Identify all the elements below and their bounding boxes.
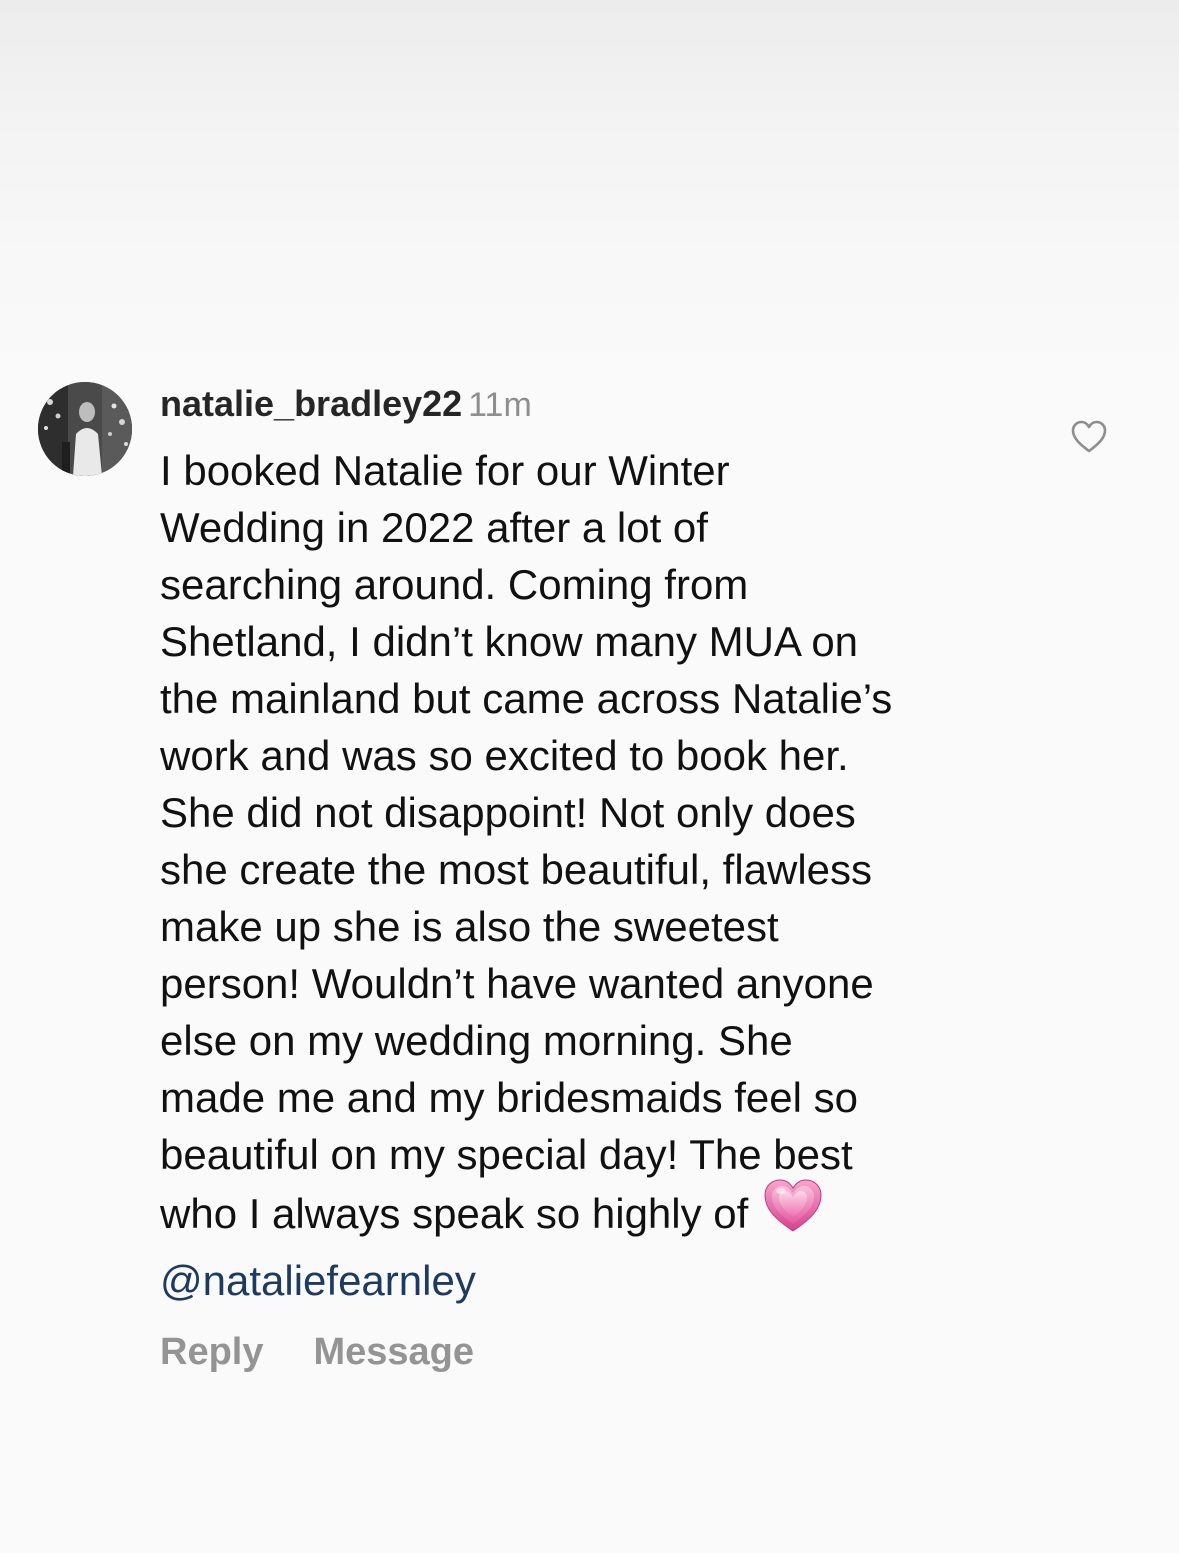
comment-text-line: Wedding in 2022 after a lot of: [160, 504, 708, 551]
comment-text-line: the mainland but came across Natalie’s: [160, 675, 893, 722]
growing-heart-emoji-icon: [764, 1179, 822, 1247]
comment-text-line: searching around. Coming from: [160, 561, 749, 608]
comment-text-line: person! Wouldn’t have wanted anyone: [160, 960, 874, 1007]
heart-outline-icon: [1071, 420, 1107, 453]
comment-body: natalie_bradley22 11m I booked Natalie fo…: [160, 377, 1040, 1309]
comment-actions: Reply Message: [160, 1325, 474, 1379]
comment-text: I booked Natalie for our Winter Wedding …: [160, 442, 1040, 1240]
username-link[interactable]: natalie_bradley22: [160, 383, 462, 424]
comment-item: natalie_bradley22 11m I booked Natalie fo…: [0, 0, 1179, 1553]
comment-text-line-content: who I always speak so highly of: [160, 1190, 749, 1238]
comment-header: natalie_bradley22 11m: [160, 377, 1040, 431]
mention-line: @nataliefearnley: [160, 1252, 1040, 1309]
comment-text-line: beautiful on my special day! The best: [160, 1131, 853, 1178]
avatar-photo: [38, 382, 132, 476]
comment-text-line: made me and my bridesmaids feel so: [160, 1074, 858, 1121]
comment-text-line: I booked Natalie for our Winter: [160, 447, 730, 494]
like-button[interactable]: [1070, 418, 1108, 456]
comment-text-line: make up she is also the sweetest: [160, 903, 779, 950]
avatar[interactable]: [38, 382, 132, 476]
comment-text-line: She did not disappoint! Not only does: [160, 789, 856, 836]
comment-text-line: she create the most beautiful, flawless: [160, 846, 873, 893]
reply-button[interactable]: Reply: [160, 1325, 263, 1379]
mention-link[interactable]: @nataliefearnley: [160, 1257, 476, 1304]
comment-text-line: Shetland, I didn’t know many MUA on: [160, 618, 859, 665]
comment-timestamp: 11m: [468, 386, 532, 424]
comment-text-line: work and was so excited to book her.: [160, 732, 849, 779]
message-button[interactable]: Message: [313, 1325, 474, 1379]
comment-text-line: else on my wedding morning. She: [160, 1017, 793, 1064]
comment-text-line-last: who I always speak so highly of: [160, 1179, 1040, 1240]
